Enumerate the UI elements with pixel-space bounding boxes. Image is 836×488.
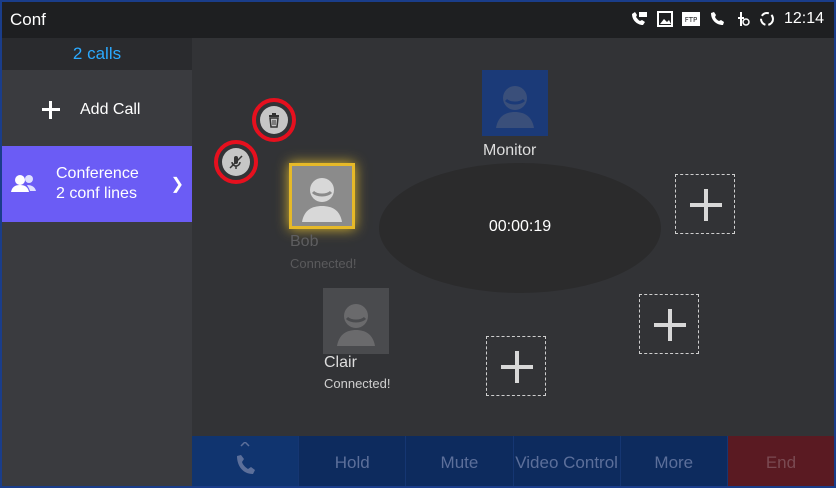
conference-title: Conference [56,165,139,182]
video-control-button[interactable]: Video Control [514,436,621,486]
mute-button[interactable]: Mute [406,436,514,486]
add-call-label: Add Call [80,101,141,118]
app-title: Conf [10,10,46,29]
conference-item[interactable]: Conference 2 conf lines ❯ [2,146,192,222]
conference-area: 00:00:19 Monitor Bob Connected! Clair Co… [192,38,834,436]
chevron-right-icon: ❯ [170,176,184,193]
participant-avatar-clair[interactable] [323,288,389,354]
status-icons: FTP 12:14 [630,10,824,28]
image-icon [656,11,673,27]
add-participant-slot[interactable] [639,294,699,354]
participant-status-clair: Connected! [324,376,391,391]
end-call-button[interactable]: End [727,436,834,486]
bottom-action-bar: Hold Mute Video Control More End [192,436,834,486]
participant-name-bob: Bob [290,233,319,250]
phone-icon [237,442,256,474]
participant-avatar-bob[interactable] [289,163,355,229]
dialpad-button[interactable] [192,436,300,486]
participant-name-clair: Clair [324,354,357,371]
clock: 12:14 [783,10,824,27]
conference-subtitle: 2 conf lines [56,185,137,202]
plus-icon [42,101,60,119]
sidebar: 2 calls Add Call Conference 2 conf lines… [2,38,192,486]
participant-name-monitor: Monitor [483,142,537,159]
voicemail-icon [630,11,648,27]
signal-icon [734,11,750,27]
mute-participant-button[interactable] [214,140,258,184]
add-participant-slot[interactable] [675,174,735,234]
status-bar: Conf FTP 12:14 [2,2,834,38]
conference-text: Conference 2 conf lines [56,164,139,204]
person-icon [337,304,375,346]
add-call-button[interactable]: Add Call [2,90,192,130]
delete-participant-button[interactable] [252,98,296,142]
hold-button[interactable]: Hold [299,436,407,486]
add-participant-slot[interactable] [486,336,546,396]
person-icon [302,178,342,222]
phone-icon [709,11,725,27]
calls-count: 2 calls [2,38,192,70]
participant-avatar-monitor[interactable] [482,70,548,136]
trash-icon [260,106,288,134]
screen-frame: Conf FTP 12:14 2 calls Add Call Conferen… [0,0,836,488]
person-icon [496,86,534,128]
mic-off-icon [222,148,250,176]
ftp-icon: FTP [681,12,700,26]
ftp-icon-label: FTP [685,16,697,24]
sync-icon [759,11,775,27]
more-button[interactable]: More [621,436,728,486]
participant-status-bob: Connected! [290,256,357,271]
conference-icon [10,172,38,196]
call-timer: 00:00:19 [488,218,552,235]
